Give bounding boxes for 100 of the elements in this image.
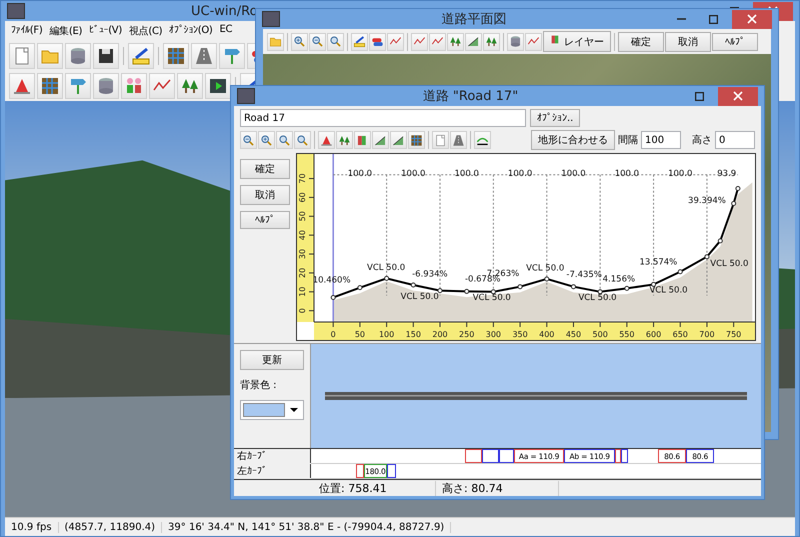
toolbar-button[interactable] xyxy=(128,43,154,69)
height-label: 高さ xyxy=(692,134,712,147)
trees-icon xyxy=(449,35,462,48)
profile-annotation: 100.0 xyxy=(614,169,640,180)
menu-item[interactable]: EC xyxy=(220,24,232,38)
toolbar-text-button[interactable]: 取消 xyxy=(665,32,712,52)
profile-point[interactable] xyxy=(518,284,523,290)
database-icon xyxy=(96,76,116,96)
window-title: 道路平面図 xyxy=(440,11,508,28)
zoom-in-icon xyxy=(293,35,306,48)
search-icon xyxy=(296,134,309,146)
profile-point[interactable] xyxy=(570,284,576,290)
profile-annotation: 10.460% xyxy=(312,275,351,286)
profile-point[interactable] xyxy=(410,282,416,288)
profile-point[interactable] xyxy=(357,285,362,290)
signpost-icon xyxy=(222,46,242,66)
profile-annotation: -0.678% xyxy=(464,274,500,284)
y-tick-label: 60 xyxy=(298,192,307,203)
minimize-icon xyxy=(676,18,686,20)
grid-icon xyxy=(40,76,60,96)
menu-item[interactable]: 編集(E) xyxy=(49,24,82,38)
profile-point[interactable] xyxy=(544,276,550,282)
toolbar-button[interactable] xyxy=(390,131,407,149)
profile-point[interactable] xyxy=(651,282,656,287)
update-button[interactable]: 更新 xyxy=(240,350,304,370)
y-tick-label: 20 xyxy=(298,268,307,278)
pencil-ruler-icon xyxy=(131,46,151,66)
profile-annotation: VCL 50.0 xyxy=(367,263,406,274)
toolbar-button[interactable] xyxy=(465,32,482,50)
toolbar-text-button[interactable]: 確定 xyxy=(618,32,664,52)
profile-point[interactable] xyxy=(731,200,736,206)
road-name-field[interactable]: Road 17 xyxy=(240,109,526,127)
document-icon xyxy=(434,134,447,146)
profile-annotation: 100.0 xyxy=(668,169,692,180)
toolbar-button[interactable] xyxy=(177,73,203,99)
profile-point[interactable] xyxy=(624,286,630,291)
side-button[interactable]: 確定 xyxy=(240,159,290,179)
height-field[interactable]: 0 xyxy=(715,131,755,149)
interval-field[interactable]: 100 xyxy=(641,131,681,149)
book-icon xyxy=(356,134,369,146)
menu-item[interactable]: ﾌｧｲﾙ(F) xyxy=(11,24,42,38)
profile-point[interactable] xyxy=(598,289,603,294)
maximize-icon xyxy=(694,92,704,100)
horizontal-ruler: 0 50 100 150 200 250 300 350 400 450 500 550 600 650 700 750 xyxy=(314,322,755,340)
x-tick-label: 500 xyxy=(592,330,608,339)
grid-icon xyxy=(166,46,186,66)
toolbar-button[interactable] xyxy=(163,43,189,69)
close-button[interactable] xyxy=(718,86,758,106)
profile-point[interactable] xyxy=(384,276,390,281)
toolbar-button[interactable] xyxy=(408,131,425,149)
y-tick-label: 0 xyxy=(298,308,307,314)
x-tick-label: 700 xyxy=(699,330,715,339)
toolbar-button[interactable] xyxy=(37,73,63,99)
x-tick-label: 250 xyxy=(459,330,474,339)
profile-point[interactable] xyxy=(704,254,710,260)
menu-item[interactable]: ﾋﾞｭｰ(V) xyxy=(89,24,122,38)
side-button[interactable]: 取消 xyxy=(240,185,290,205)
status-text: 位置: 758.41 xyxy=(313,480,436,496)
profile-annotation: -6.934% xyxy=(412,270,448,280)
y-tick-label: 40 xyxy=(298,230,307,240)
close-icon xyxy=(733,91,743,101)
window-title: 道路 "Road 17" xyxy=(422,88,520,105)
profile-point[interactable] xyxy=(330,294,336,300)
search-icon xyxy=(329,35,342,48)
profile-point[interactable] xyxy=(678,269,683,274)
slope-icon xyxy=(374,134,387,146)
folder-icon xyxy=(269,35,282,48)
toolbar-button[interactable] xyxy=(474,131,491,149)
color-dropdown[interactable] xyxy=(240,400,304,420)
app-icon xyxy=(237,88,255,104)
profile-annotation: 93.9 xyxy=(717,169,736,180)
fit-terrain-button[interactable]: 地形に合わせる xyxy=(531,130,615,150)
profile-annotation: 100.0 xyxy=(401,169,426,180)
x-tick-label: 350 xyxy=(512,330,528,339)
profile-point[interactable] xyxy=(718,238,723,244)
search-icon xyxy=(278,134,291,146)
toolbar-text-button[interactable]: ﾍﾙﾌﾟ xyxy=(712,32,758,50)
toolbar-button[interactable] xyxy=(351,32,368,50)
menu-item[interactable]: 視点(C) xyxy=(128,24,162,38)
profile-annotation: -7.435% xyxy=(566,270,602,280)
layer-button[interactable]: レイヤー xyxy=(543,31,612,52)
toolbar-button[interactable] xyxy=(205,73,231,99)
menu-item[interactable]: ｵﾌﾟｼｮﾝ(O) xyxy=(169,24,213,38)
book-icon xyxy=(550,34,561,45)
profile-point[interactable] xyxy=(490,289,496,294)
profile-annotation: 100.0 xyxy=(454,169,479,180)
profile-annotation: VCL 50.0 xyxy=(526,264,564,274)
x-tick-label: 50 xyxy=(354,330,366,339)
close-button[interactable] xyxy=(732,10,772,28)
cone-icon xyxy=(320,134,333,146)
signpost-icon xyxy=(68,76,88,96)
profile-point[interactable] xyxy=(464,288,470,294)
profile-point[interactable] xyxy=(438,288,442,294)
toolbar-button[interactable] xyxy=(93,43,119,69)
options-button[interactable]: ｵﾌﾟｼｮﾝ.. xyxy=(530,109,580,127)
interval-label: 間隔 xyxy=(618,134,638,147)
x-tick-label: 400 xyxy=(539,330,554,339)
side-button[interactable]: ﾍﾙﾌﾟ xyxy=(240,211,290,229)
x-tick-label: 300 xyxy=(486,330,502,339)
profile-point[interactable] xyxy=(735,186,740,192)
